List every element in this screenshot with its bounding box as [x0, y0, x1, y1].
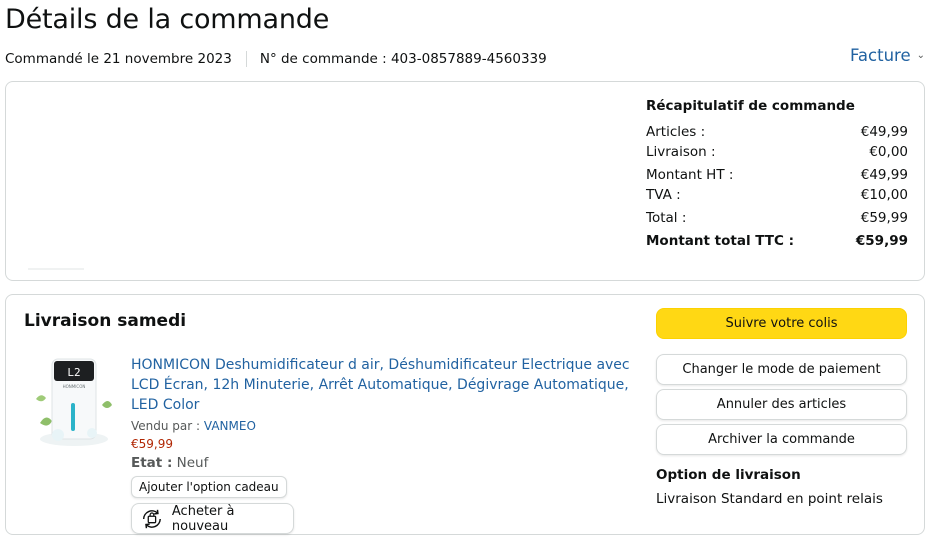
chevron-down-icon: ⌄ — [916, 50, 925, 61]
summary-row-vat: TVA : €10,00 — [646, 185, 908, 205]
invoice-dropdown[interactable]: Facture ⌄ — [850, 46, 925, 65]
invoice-label: Facture — [849, 46, 911, 65]
grand-total-value: €59,99 — [855, 233, 908, 249]
meta-divider — [245, 51, 247, 67]
seller-link[interactable]: VANMEO — [204, 419, 256, 433]
faint-divider — [28, 268, 84, 270]
buy-again-icon — [142, 509, 161, 528]
delivery-title: Livraison samedi — [24, 311, 187, 331]
summary-row-items: Articles : €49,99 — [646, 122, 908, 142]
summary-row-shipping: Livraison : €0,00 — [646, 142, 908, 162]
product-title-link[interactable]: HONMICON Deshumidificateur d air, Déshum… — [131, 355, 631, 415]
page-title: Détails de la commande — [5, 4, 330, 35]
order-meta: Commandé le 21 novembre 2023 N° de comma… — [5, 51, 547, 67]
summary-value: €59,99 — [860, 210, 908, 226]
summary-row-total: Total : €59,99 — [646, 208, 908, 228]
sold-by-label: Vendu par : — [131, 419, 201, 433]
summary-row-grand-total: Montant total TTC : €59,99 — [646, 231, 908, 251]
shipping-option-value: Livraison Standard en point relais — [656, 491, 883, 507]
summary-label: TVA : — [646, 187, 681, 203]
delivery-card: Livraison samedi L2 HONMICON HONMICON De… — [5, 294, 925, 535]
order-summary: Récapitulatif de commande Articles : €49… — [646, 98, 908, 251]
product-info: HONMICON Deshumidificateur d air, Déshum… — [131, 355, 631, 534]
summary-value: €49,99 — [860, 167, 908, 183]
summary-value: €49,99 — [860, 124, 908, 140]
brand-text: HONMICON — [63, 384, 86, 389]
add-gift-option-button[interactable]: Ajouter l'option cadeau — [131, 476, 287, 498]
product-condition: Etat : Neuf — [131, 455, 631, 471]
track-package-button[interactable]: Suivre votre colis — [656, 308, 907, 339]
order-summary-card: Récapitulatif de commande Articles : €49… — [5, 81, 925, 281]
grand-total-label: Montant total TTC : — [646, 233, 794, 249]
archive-order-button[interactable]: Archiver la commande — [656, 424, 907, 455]
screen-text: L2 — [67, 366, 80, 379]
change-payment-button[interactable]: Changer le mode de paiement — [656, 354, 907, 385]
summary-label: Montant HT : — [646, 167, 734, 183]
buy-again-button[interactable]: Acheter à nouveau — [131, 503, 294, 534]
summary-row-subtotal-ht: Montant HT : €49,99 — [646, 165, 908, 185]
dehumidifier-image: L2 HONMICON — [36, 358, 112, 446]
summary-title: Récapitulatif de commande — [646, 98, 855, 114]
product-image[interactable]: L2 HONMICON — [34, 353, 112, 449]
cancel-items-button[interactable]: Annuler des articles — [656, 389, 907, 420]
shipping-option-title: Option de livraison — [656, 467, 801, 483]
summary-label: Livraison : — [646, 144, 716, 160]
condition-value: Neuf — [176, 455, 209, 471]
order-number: N° de commande : 403-0857889-4560339 — [259, 51, 547, 67]
condition-label: Etat : — [131, 455, 173, 471]
sold-by: Vendu par : VANMEO — [131, 419, 631, 433]
summary-label: Total : — [646, 210, 687, 226]
order-actions: Suivre votre colis Changer le mode de pa… — [656, 308, 907, 507]
summary-label: Articles : — [646, 124, 706, 140]
product-price: €59,99 — [131, 437, 173, 451]
buy-again-label: Acheter à nouveau — [171, 503, 235, 534]
order-date: Commandé le 21 novembre 2023 — [5, 51, 232, 67]
summary-value: €0,00 — [869, 144, 908, 160]
summary-value: €10,00 — [860, 187, 908, 203]
